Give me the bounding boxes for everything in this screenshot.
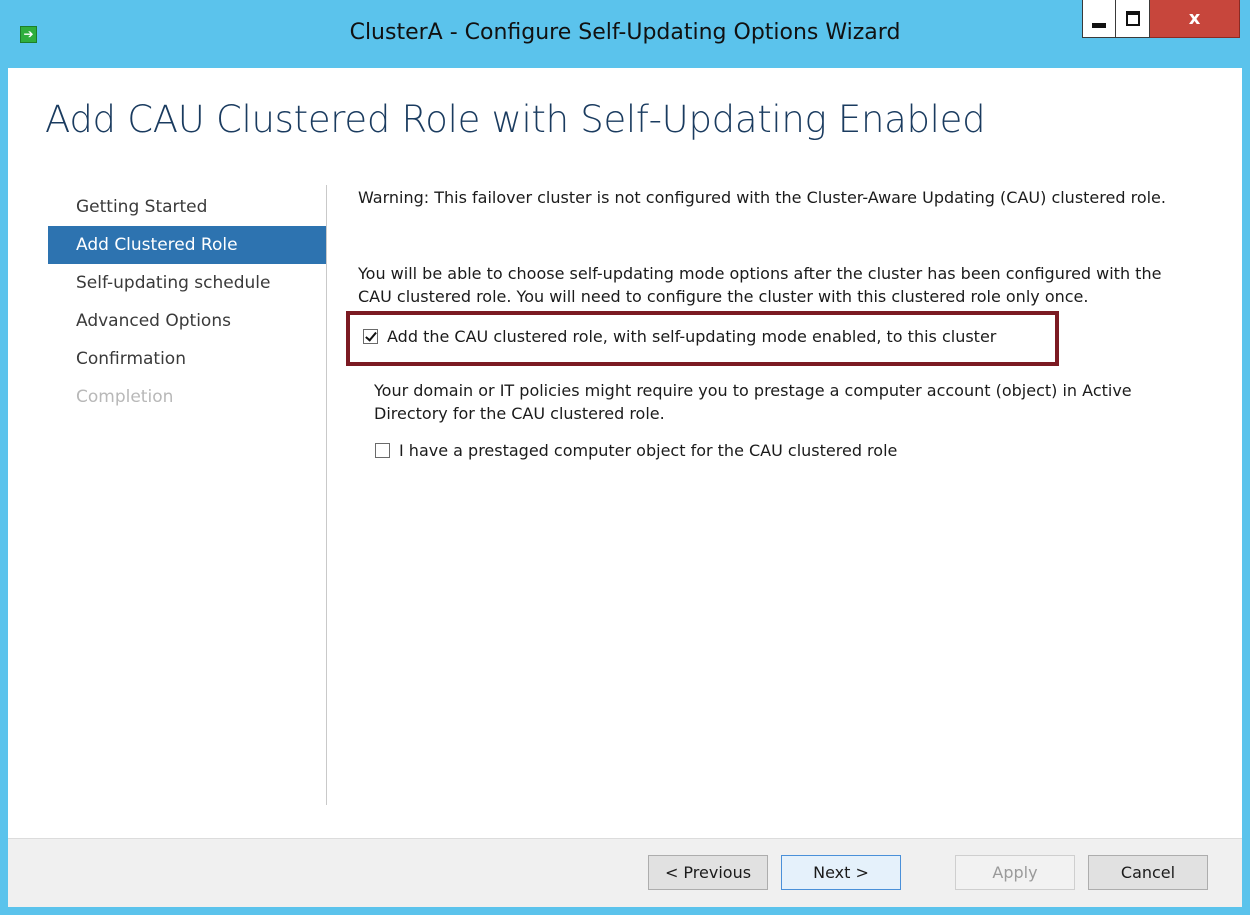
next-button[interactable]: Next >	[781, 855, 901, 890]
prestaged-object-checkbox[interactable]	[375, 443, 390, 458]
title-bar[interactable]: ➔ ClusterA - Configure Self-Updating Opt…	[0, 0, 1250, 68]
nav-step-self-updating-schedule[interactable]: Self-updating schedule	[48, 264, 326, 302]
maximize-button[interactable]	[1116, 0, 1150, 38]
policy-note-text: Your domain or IT policies might require…	[374, 381, 1132, 423]
add-cau-role-label: Add the CAU clustered role, with self-up…	[387, 327, 997, 346]
nav-step-confirmation[interactable]: Confirmation	[48, 340, 326, 378]
window-title: ClusterA - Configure Self-Updating Optio…	[349, 20, 901, 45]
apply-button: Apply	[955, 855, 1075, 890]
cancel-button[interactable]: Cancel	[1088, 855, 1208, 890]
close-button[interactable]: x	[1150, 0, 1240, 38]
prestaged-object-label: I have a prestaged computer object for t…	[399, 441, 898, 460]
close-icon: x	[1188, 8, 1201, 29]
page-title: Add CAU Clustered Role with Self-Updatin…	[45, 98, 986, 141]
add-cau-role-checkbox-row[interactable]: Add the CAU clustered role, with self-up…	[363, 327, 996, 346]
previous-button[interactable]: < Previous	[648, 855, 768, 890]
info-text: You will be able to choose self-updating…	[358, 264, 1162, 306]
add-cau-role-checkbox[interactable]	[363, 329, 378, 344]
minimize-button[interactable]	[1082, 0, 1116, 38]
nav-step-advanced-options[interactable]: Advanced Options	[48, 302, 326, 340]
wizard-steps-nav: Getting Started Add Clustered Role Self-…	[48, 188, 326, 416]
minimize-icon	[1092, 23, 1106, 28]
nav-step-completion: Completion	[76, 387, 174, 407]
warning-text: Warning: This failover cluster is not co…	[358, 188, 1166, 207]
maximize-icon	[1125, 11, 1140, 26]
nav-step-add-clustered-role[interactable]: Add Clustered Role	[48, 226, 326, 264]
nav-divider	[326, 185, 327, 805]
prestaged-object-checkbox-row[interactable]: I have a prestaged computer object for t…	[375, 441, 897, 460]
nav-step-getting-started[interactable]: Getting Started	[48, 188, 326, 226]
